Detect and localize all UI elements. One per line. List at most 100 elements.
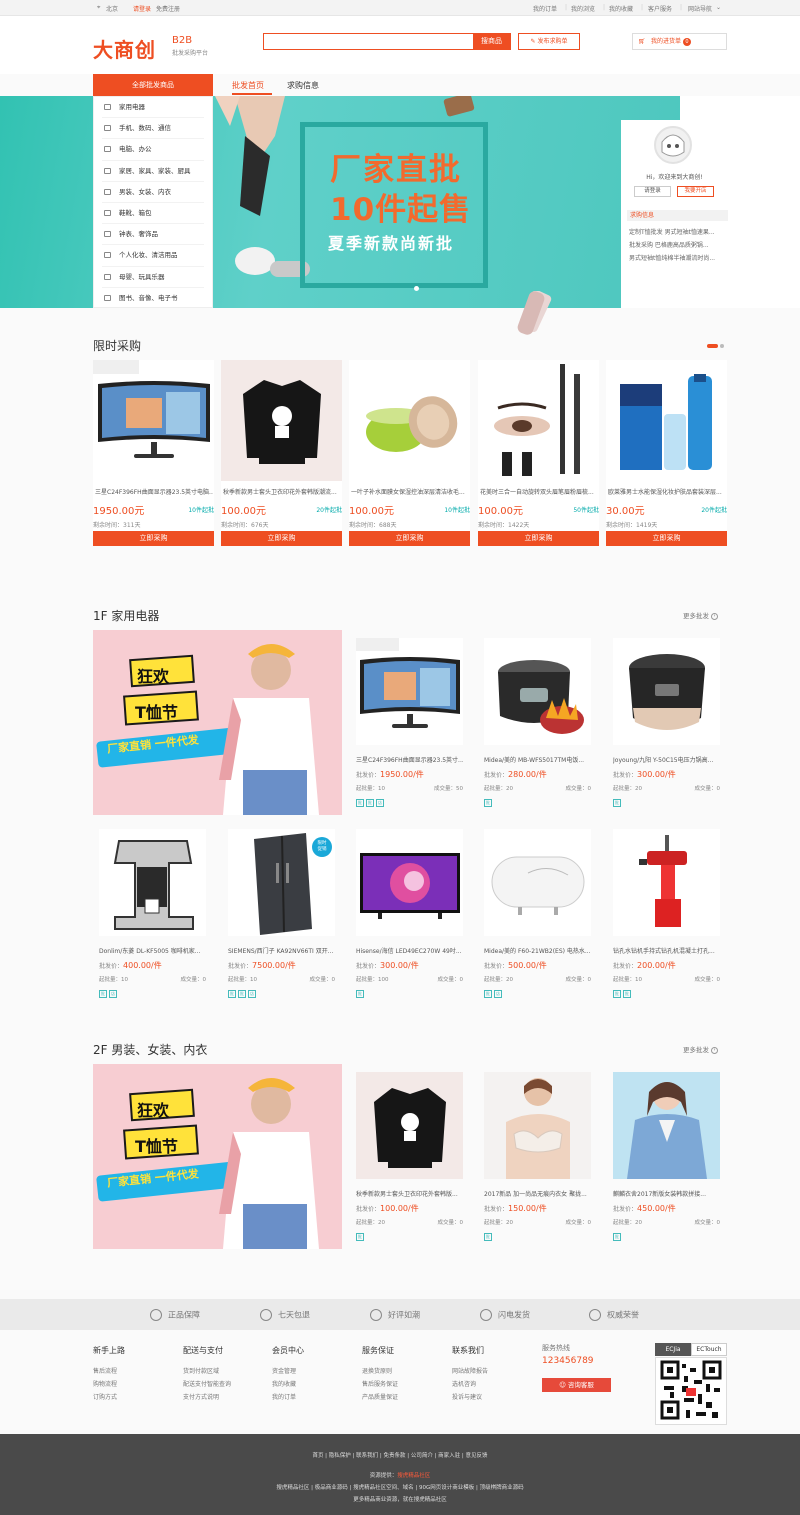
flash-card[interactable]: 一叶子补水面膜女保湿控油深层清洁收毛... 100.00元 10件起批 剩余时间…: [349, 360, 470, 546]
top-link-orders[interactable]: 我的订单: [533, 4, 557, 13]
footer-link[interactable]: 我的收藏: [272, 1379, 296, 1388]
product-card[interactable]: Joyoung/九阳 Y-50C15电压力锅高... 批发价：300.00/件 …: [613, 638, 720, 818]
all-categories-header[interactable]: 全部批发商品: [93, 74, 213, 96]
qr-tab-ecjia[interactable]: ECJia: [655, 1343, 691, 1356]
bottom-links[interactable]: 首页 | 隐私保护 | 联系我们 | 免责条款 | 公司简介 | 商家入驻 | …: [0, 1451, 800, 1459]
publish-request-button[interactable]: ✎ 发布求购单: [518, 33, 580, 50]
product-name[interactable]: 三星C24F396FH曲面显示器23.5英寸...: [356, 755, 463, 764]
top-link-history[interactable]: 我的浏览: [571, 4, 595, 13]
product-image-skincare-set[interactable]: [606, 360, 727, 481]
product-image-eyebrow-pencil[interactable]: [478, 360, 599, 481]
product-card[interactable]: 三星C24F396FH曲面显示器23.5英寸... 批发价：1950.00/件 …: [356, 638, 463, 818]
product-card[interactable]: Midea/美的 F60-21WB2(ES) 电热水... 批发价：500.00…: [484, 829, 591, 1009]
product-image-monitor[interactable]: [356, 638, 463, 745]
product-image-face-mask[interactable]: [349, 360, 470, 481]
product-image-water-heater[interactable]: [484, 829, 591, 936]
cart-button[interactable]: 🛒︎ 我的进货单 0: [632, 33, 727, 50]
footer-link[interactable]: 网站故障报告: [452, 1366, 488, 1375]
product-image-monitor[interactable]: [93, 360, 214, 481]
bottom-partner-links[interactable]: 搜虎精品社区 | 极品商业源码 | 搜虎精品社区空间、域名 | 90G网页设计商…: [0, 1483, 800, 1491]
product-name[interactable]: Donlim/东菱 DL-KF5005 咖啡机家...: [99, 946, 206, 955]
floor-2-promo-banner[interactable]: 狂欢 T恤节 厂家直销 一件代发: [93, 1064, 342, 1249]
register-link[interactable]: 免费注册: [156, 4, 180, 13]
product-name[interactable]: SIEMENS/西门子 KA92NV66TI 双开...: [228, 946, 335, 955]
buy-now-button[interactable]: 立即采购: [221, 531, 342, 546]
product-image-sweatshirt[interactable]: [356, 1072, 463, 1179]
footer-link[interactable]: 购物流程: [93, 1379, 117, 1388]
buy-now-button[interactable]: 立即采购: [478, 531, 599, 546]
search-button[interactable]: 搜商品: [473, 34, 510, 49]
flash-card[interactable]: 花美时三合一自动旋转双头眉笔眉粉眉梳... 100.00元 50件起批 剩余时间…: [478, 360, 599, 546]
product-name[interactable]: 欧莱雅男士水能保湿化妆护肤品套装深层...: [608, 487, 726, 496]
tab-purchase-info[interactable]: 求购信息: [287, 80, 319, 91]
buy-now-button[interactable]: 立即采购: [349, 531, 470, 546]
category-item-clothing[interactable]: 男装、女装、内衣: [102, 182, 204, 203]
product-name[interactable]: 秋季新款男士套头卫衣印花外套韩版潮流...: [223, 487, 341, 496]
product-image-refrigerator[interactable]: 限时 促销: [228, 829, 335, 936]
open-store-button[interactable]: 我要开店: [677, 186, 714, 197]
carousel-dot[interactable]: [414, 286, 419, 291]
product-image-coffee-machine[interactable]: [99, 829, 206, 936]
floor-1-more-link[interactable]: 更多批发 ›: [683, 610, 718, 620]
product-image-rice-cooker[interactable]: [484, 638, 591, 745]
footer-link[interactable]: 售后流程: [93, 1366, 117, 1375]
product-name[interactable]: 三星C24F396FH曲面显示器23.5英寸电脑...: [95, 487, 213, 496]
site-logo[interactable]: 大商创: [93, 34, 156, 63]
category-item-computers[interactable]: 电脑、办公: [102, 139, 204, 161]
product-name[interactable]: Midea/美的 F60-21WB2(ES) 电热水...: [484, 946, 591, 955]
chat-support-button[interactable]: ☺ 咨询客服: [542, 1378, 611, 1392]
category-item-watches[interactable]: 钟表、奢饰品: [102, 224, 204, 246]
product-card[interactable]: 钻孔水钻机手持式钻孔机混凝土打孔... 批发价：200.00/件 起批量：10 成…: [613, 829, 720, 1009]
source-name-link[interactable]: 搜虎精品社区: [397, 1473, 430, 1479]
flash-pager-dot[interactable]: [720, 344, 724, 348]
top-link-sitemap[interactable]: 网站导航: [688, 4, 712, 13]
floor-2-more-link[interactable]: 更多批发 ›: [683, 1044, 718, 1054]
product-name[interactable]: Hisense/海信 LED49EC270W 49吋...: [356, 946, 463, 955]
category-item-appliances[interactable]: 家用电器: [102, 97, 204, 119]
footer-link[interactable]: 我的订单: [272, 1392, 296, 1401]
buy-now-button[interactable]: 立即采购: [93, 531, 214, 546]
flash-card[interactable]: 三星C24F396FH曲面显示器23.5英寸电脑... 1950.00元 10件…: [93, 360, 214, 546]
product-name[interactable]: 一叶子补水面膜女保湿控油深层清洁收毛...: [351, 487, 469, 496]
top-link-favorites[interactable]: 我的收藏: [609, 4, 633, 13]
product-name[interactable]: 钻孔水钻机手持式钻孔机混凝土打孔...: [613, 946, 720, 955]
footer-link[interactable]: 投诉与建议: [452, 1392, 482, 1401]
flash-card[interactable]: 秋季新款男士套头卫衣印花外套韩版潮流... 100.00元 20件起批 剩余时间…: [221, 360, 342, 546]
top-link-service[interactable]: 客户服务: [648, 4, 672, 13]
footer-link[interactable]: 产品质量保证: [362, 1392, 398, 1401]
product-name[interactable]: 秋季新款男士套头卫衣印花外套韩版...: [356, 1189, 463, 1198]
product-name[interactable]: 花美时三合一自动旋转双头眉笔眉粉眉梳...: [480, 487, 598, 496]
product-name[interactable]: 2017新品 加一尚品无痕内衣女 聚拢...: [484, 1189, 591, 1198]
footer-link[interactable]: 退换货原则: [362, 1366, 392, 1375]
purchase-info-item[interactable]: 男式短袖t恤纯棉半袖潮流时尚...: [629, 253, 721, 262]
category-item-cosmetics[interactable]: 个人化妆、清洁用品: [102, 245, 204, 267]
product-card[interactable]: Donlim/东菱 DL-KF5005 咖啡机家... 批发价：400.00/件…: [99, 829, 206, 1009]
product-card[interactable]: 麒麟衣舍2017新版女装韩款拼接... 批发价：450.00/件 起批量：20 成…: [613, 1072, 720, 1252]
flash-card[interactable]: 欧莱雅男士水能保湿化妆护肤品套装深层... 30.00元 20件起批 剩余时间：…: [606, 360, 727, 546]
login-link[interactable]: 请登录: [133, 4, 151, 13]
qr-tab-ectouch[interactable]: ECTouch: [691, 1343, 727, 1356]
purchase-info-item[interactable]: 批发采购 巴格鹿高品质粥锅...: [629, 240, 721, 249]
product-card[interactable]: 限时 促销 SIEMENS/西门子 KA92NV66TI 双开... 批发价：7…: [228, 829, 335, 1009]
product-image-denim-jacket[interactable]: [613, 1072, 720, 1179]
product-image-drill[interactable]: [613, 829, 720, 936]
product-card[interactable]: Midea/美的 MB-WFS5017TM电饭... 批发价：280.00/件 …: [484, 638, 591, 818]
purchase-info-item[interactable]: 定制T恤批发 男式短袖t恤速果...: [629, 227, 721, 236]
footer-link[interactable]: 支付方式说明: [183, 1392, 219, 1401]
category-item-baby[interactable]: 母婴、玩具乐器: [102, 267, 204, 288]
footer-link[interactable]: 售后服务保证: [362, 1379, 398, 1388]
footer-link[interactable]: 订购方式: [93, 1392, 117, 1401]
location-label[interactable]: 北京: [106, 4, 118, 13]
product-image-pressure-cooker[interactable]: [613, 638, 720, 745]
product-name[interactable]: 麒麟衣舍2017新版女装韩款拼接...: [613, 1189, 720, 1198]
product-card[interactable]: 2017新品 加一尚品无痕内衣女 聚拢... 批发价：150.00/件 起批量：…: [484, 1072, 591, 1252]
footer-link[interactable]: 货到付款区域: [183, 1366, 219, 1375]
tab-wholesale-home[interactable]: 批发首页: [232, 80, 264, 91]
floor-1-promo-banner[interactable]: 狂欢 T恤节 厂家直销 一件代发: [93, 630, 342, 815]
footer-link[interactable]: 选机咨询: [452, 1379, 476, 1388]
footer-link[interactable]: 配送支付智能查询: [183, 1379, 231, 1388]
search-input[interactable]: [264, 34, 472, 49]
product-card[interactable]: Hisense/海信 LED49EC270W 49吋... 批发价：300.00…: [356, 829, 463, 1009]
product-image-lingerie[interactable]: [484, 1072, 591, 1179]
flash-pager-dot-active[interactable]: [707, 344, 718, 348]
